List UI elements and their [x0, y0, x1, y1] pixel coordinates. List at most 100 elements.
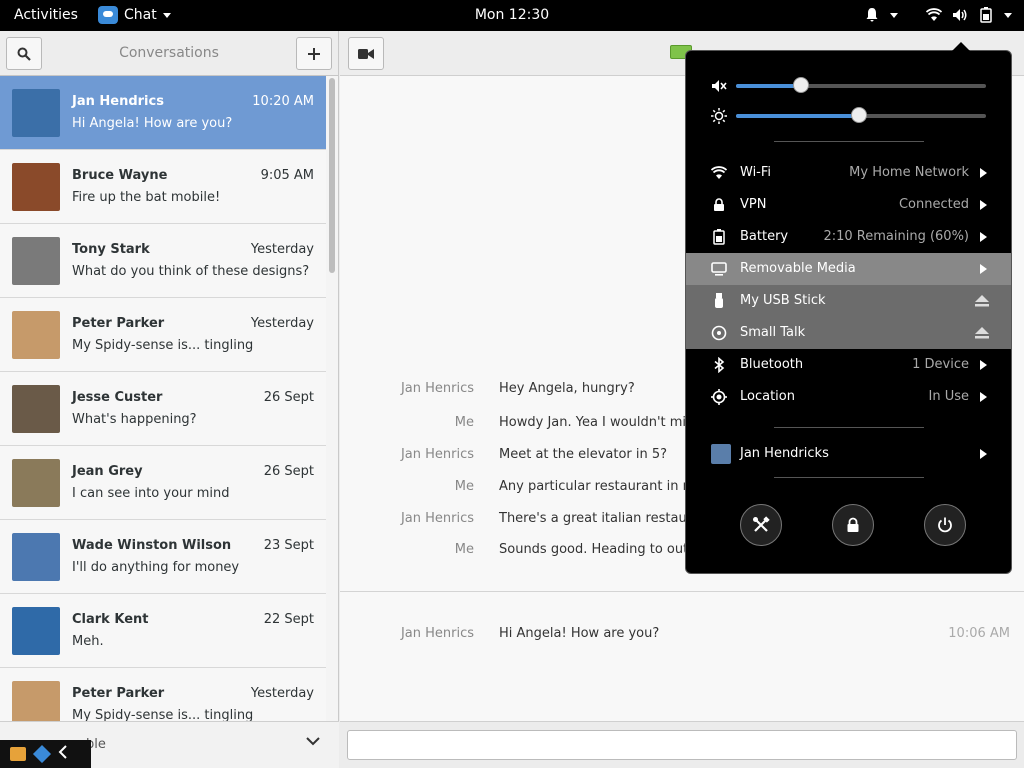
message-preview: I can see into your mind: [72, 486, 230, 501]
dropbox-icon[interactable]: [32, 744, 52, 764]
battery-icon[interactable]: [978, 7, 994, 23]
menu-item-value: Connected: [898, 197, 969, 212]
disc-icon: [710, 324, 728, 342]
chevron-down-icon: [890, 12, 898, 18]
conversation-item[interactable]: Bruce Wayne 9:05 AM Fire up the bat mobile…: [0, 150, 326, 224]
conversation-list[interactable]: Jan Hendrics 10:20 AM Hi Angela! How are y…: [0, 76, 326, 721]
conversation-item[interactable]: Peter Parker Yesterday My Spidy-sense is..…: [0, 298, 326, 372]
video-camera-icon: [358, 48, 374, 59]
menu-item-wi-fi[interactable]: Wi-Fi My Home Network: [686, 157, 1011, 189]
volume-muted-icon: [710, 77, 728, 95]
volume-slider-knob[interactable]: [793, 77, 809, 93]
message-sender: Jan Henrics: [400, 511, 474, 526]
chevron-right-icon: [980, 449, 987, 459]
message-time: 23 Sept: [263, 538, 314, 553]
message-text: Hey Angela, hungry?: [499, 381, 635, 396]
chevron-right-icon: [980, 232, 987, 242]
conversation-item[interactable]: Jean Grey 26 Sept I can see into your mind: [0, 446, 326, 520]
battery-icon: [710, 228, 728, 246]
volume-slider-fill: [736, 84, 801, 88]
chevron-down-icon: [162, 12, 171, 18]
search-button[interactable]: [6, 37, 42, 70]
message-text: Howdy Jan. Yea I wouldn't mi: [499, 415, 687, 430]
plus-icon: [308, 47, 320, 60]
chevron-left-icon[interactable]: [58, 745, 68, 763]
contact-name: Bruce Wayne: [72, 168, 168, 183]
eject-icon[interactable]: [975, 295, 989, 307]
chevron-right-icon: [980, 168, 987, 178]
menu-item-bluetooth[interactable]: Bluetooth 1 Device: [686, 349, 1011, 381]
menu-item-location[interactable]: Location In Use: [686, 381, 1011, 413]
message-preview: My Spidy-sense is... tingling: [72, 708, 254, 721]
contact-name: Jean Grey: [72, 464, 143, 479]
wifi-icon[interactable]: [926, 7, 942, 23]
top-bar: Activities Chat Mon 12:30: [0, 0, 1024, 31]
user-menu-item[interactable]: Jan Hendricks: [686, 438, 1011, 470]
menu-item-removable-media[interactable]: Removable Media: [686, 253, 1011, 285]
user-avatar: [711, 444, 731, 464]
contact-name: Tony Stark: [72, 242, 150, 257]
message-preview: I'll do anything for money: [72, 560, 240, 575]
power-button[interactable]: [924, 504, 966, 546]
menu-item-label: Bluetooth: [740, 357, 804, 372]
avatar: [12, 311, 60, 359]
menu-separator: [774, 427, 924, 428]
volume-slider[interactable]: [736, 77, 986, 93]
conversation-item[interactable]: Jesse Custer 26 Sept What's happening?: [0, 372, 326, 446]
menu-arrow: [952, 42, 970, 51]
conversation-item[interactable]: Tony Stark Yesterday What do you think of …: [0, 224, 326, 298]
menu-item-vpn[interactable]: VPN Connected: [686, 189, 1011, 221]
menu-item-value: In Use: [928, 389, 970, 404]
video-call-button[interactable]: [348, 37, 384, 70]
conversation-item[interactable]: Peter Parker Yesterday My Spidy-sense is..…: [0, 668, 326, 721]
app-menu[interactable]: Chat: [98, 6, 171, 24]
chevron-right-icon: [980, 392, 987, 402]
location-icon: [710, 388, 728, 406]
conversation-list-scrollbar[interactable]: [329, 78, 335, 273]
settings-button[interactable]: [740, 504, 782, 546]
lock-screen-button[interactable]: [832, 504, 874, 546]
menu-item-value: My Home Network: [849, 165, 969, 180]
usb-icon: [710, 292, 728, 310]
message-text: Hi Angela! How are you?: [499, 626, 660, 641]
message-preview: Hi Angela! How are you?: [72, 116, 233, 131]
bell-icon: [866, 8, 878, 22]
menu-separator: [774, 477, 924, 478]
tools-icon: [753, 516, 770, 532]
message-preview: Meh.: [72, 634, 104, 649]
avatar: [12, 607, 60, 655]
menu-item-small-talk[interactable]: Small Talk: [686, 317, 1011, 349]
avatar: [12, 89, 60, 137]
avatar: [12, 385, 60, 433]
message-time: Yesterday: [250, 686, 314, 701]
brightness-slider-knob[interactable]: [850, 107, 867, 123]
user-name: Jan Hendricks: [740, 446, 829, 461]
conversation-item[interactable]: Wade Winston Wilson 23 Sept I'll do anythi…: [0, 520, 326, 594]
brightness-slider-fill: [736, 114, 859, 118]
activities-button[interactable]: Activities: [14, 7, 78, 23]
clock[interactable]: Mon 12:30: [475, 7, 549, 23]
message-sender: Me: [454, 542, 474, 557]
chevron-right-icon: [980, 200, 987, 210]
chevron-down-icon[interactable]: [306, 735, 320, 750]
volume-icon[interactable]: [952, 7, 968, 23]
menu-item-label: Wi-Fi: [740, 165, 772, 180]
message-input[interactable]: [347, 730, 1017, 760]
message-preview: What do you think of these designs?: [72, 264, 310, 279]
menu-item-my-usb-stick[interactable]: My USB Stick: [686, 285, 1011, 317]
menu-item-battery[interactable]: Battery 2:10 Remaining (60%): [686, 221, 1011, 253]
message-time: 9:05 AM: [260, 168, 314, 183]
chevron-down-icon[interactable]: [1004, 12, 1012, 18]
message-time: 26 Sept: [263, 464, 314, 479]
conversation-item[interactable]: Jan Hendrics 10:20 AM Hi Angela! How are y…: [0, 76, 326, 150]
new-conversation-button[interactable]: [296, 37, 332, 70]
contact-name: Peter Parker: [72, 316, 165, 331]
contact-name: Peter Parker: [72, 686, 165, 701]
folder-icon[interactable]: [10, 747, 26, 761]
eject-icon[interactable]: [975, 327, 989, 339]
notifications-button[interactable]: [864, 7, 880, 23]
monitor-icon: [710, 260, 728, 278]
avatar: [12, 681, 60, 721]
conversation-item[interactable]: Clark Kent 22 Sept Meh.: [0, 594, 326, 668]
brightness-slider[interactable]: [736, 107, 986, 123]
